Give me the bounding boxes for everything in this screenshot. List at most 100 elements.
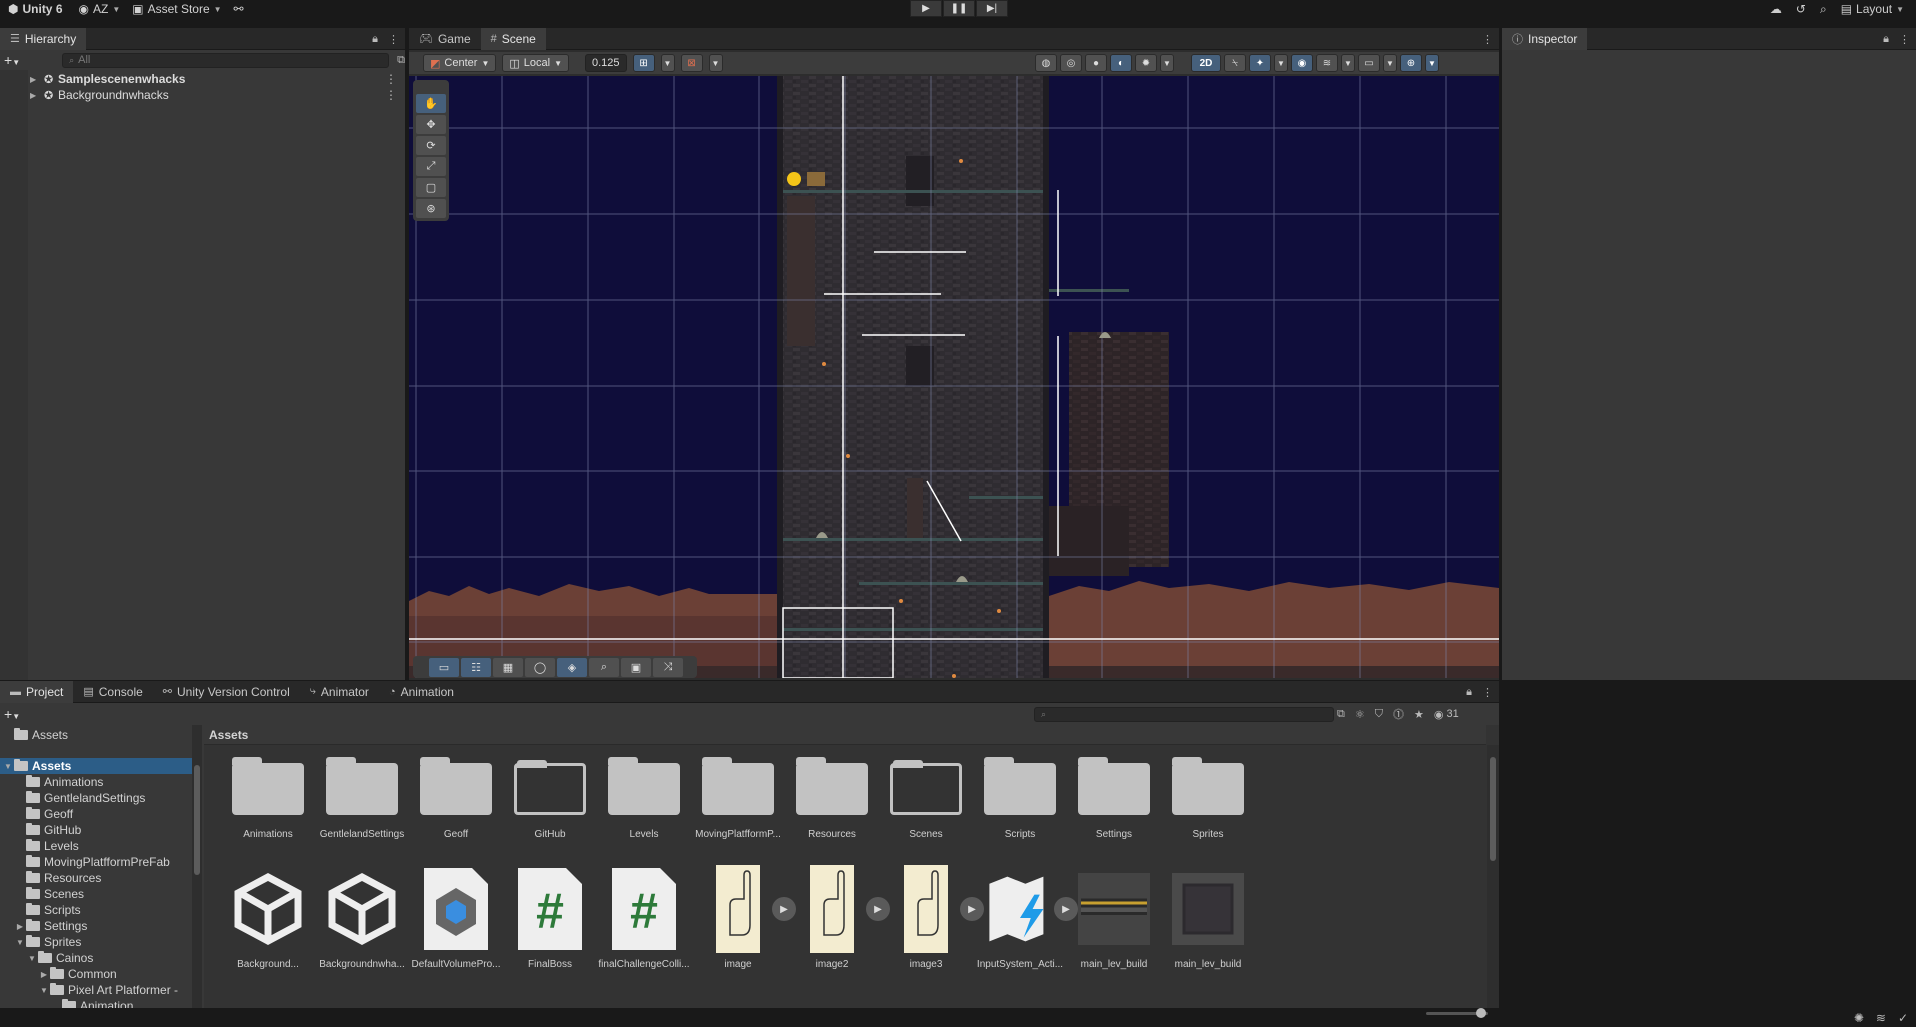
more-options-icon[interactable]: ⋮ bbox=[385, 88, 397, 102]
asset-folder[interactable]: GentlelandSettings bbox=[312, 755, 412, 840]
progress-check-icon[interactable]: ✓ bbox=[1898, 1011, 1908, 1025]
tree-item[interactable]: Assets bbox=[0, 727, 192, 743]
layout-dropdown[interactable]: ▤ Layout ▼ bbox=[1841, 2, 1904, 16]
transform-tool-icon[interactable]: ⊛ bbox=[416, 199, 446, 218]
camera-dropdown[interactable]: ▼ bbox=[1383, 54, 1397, 72]
rotate-tool-icon[interactable]: ⟳ bbox=[416, 136, 446, 155]
asset-scrollbar[interactable] bbox=[1487, 745, 1499, 1008]
space-dropdown[interactable]: ◫ Local ▼ bbox=[502, 54, 569, 72]
player-character[interactable] bbox=[787, 172, 801, 186]
tree-item[interactable]: ▼ Pixel Art Platformer - bbox=[0, 982, 192, 998]
asset-folder[interactable]: Scenes bbox=[876, 755, 976, 840]
scrollbar-thumb[interactable] bbox=[1490, 757, 1496, 861]
lighting-icon[interactable]: ⍀ bbox=[1224, 54, 1246, 72]
draw-mode-dropdown[interactable]: ▼ bbox=[1160, 54, 1174, 72]
tree-item[interactable]: Geoff bbox=[0, 806, 192, 822]
asset-file[interactable]: image2 bbox=[782, 865, 882, 970]
tree-item[interactable]: Scenes bbox=[0, 886, 192, 902]
tilemap-grid-icon[interactable]: ▦ bbox=[493, 657, 523, 677]
asset-folder[interactable]: Scripts bbox=[970, 755, 1070, 840]
favorite-star-icon[interactable]: ★ bbox=[1414, 708, 1424, 721]
scene-visibility-icon[interactable]: ⧉ bbox=[397, 54, 405, 67]
pause-button[interactable]: ❚❚ bbox=[943, 0, 975, 17]
asset-folder[interactable]: Settings bbox=[1064, 755, 1164, 840]
project-search-input[interactable]: ⌕ bbox=[1034, 706, 1334, 722]
hierarchy-item[interactable]: ▶ ✪ Backgroundnwhacks ⋮ bbox=[0, 87, 405, 103]
history-icon[interactable]: ↺ bbox=[1796, 2, 1806, 16]
camera-icon[interactable]: ▭ bbox=[1358, 54, 1380, 72]
scrollbar-thumb[interactable] bbox=[194, 765, 200, 875]
asset-folder[interactable]: Animations bbox=[218, 755, 318, 840]
tree-item[interactable]: ▶ Settings bbox=[0, 918, 192, 934]
tree-item[interactable]: GitHub bbox=[0, 822, 192, 838]
lock-icon[interactable]: 🔒︎ bbox=[1883, 33, 1889, 46]
add-object-button[interactable]: +▼ bbox=[4, 52, 20, 68]
unity-menu[interactable]: ⬢ Unity 6 bbox=[8, 2, 63, 16]
hierarchy-search-input[interactable]: ⌕ All bbox=[62, 52, 390, 68]
tree-item[interactable]: GentlelandSettings bbox=[0, 790, 192, 806]
tab-version-control[interactable]: ⚯ Unity Version Control bbox=[153, 681, 300, 703]
asset-file[interactable]: Background... bbox=[218, 865, 318, 970]
collapse-arrow-icon[interactable]: ▼ bbox=[26, 954, 38, 963]
asset-file[interactable]: main_lev_build bbox=[1064, 865, 1164, 970]
expand-arrow-icon[interactable]: ▶ bbox=[14, 922, 26, 931]
tab-animation[interactable]: ◔ Animation bbox=[379, 681, 464, 703]
scene-viewport[interactable]: ✋ ✥ ⟳ ⤢ ▢ ⊛ ▭ ☷ ▦ ◯ ◈ ⌕ ▣ ⤨ bbox=[409, 76, 1499, 678]
asset-file[interactable]: image3 bbox=[876, 865, 976, 970]
move-tool-icon[interactable]: ✥ bbox=[416, 115, 446, 134]
debug-icon[interactable]: ✺ bbox=[1854, 1011, 1864, 1025]
tree-item[interactable]: ▼ Cainos bbox=[0, 950, 192, 966]
log-filter-icon[interactable]: ⓵ bbox=[1393, 706, 1404, 722]
expand-arrow-icon[interactable]: ▶ bbox=[30, 75, 44, 84]
account-dropdown[interactable]: ◉ AZ ▼ bbox=[79, 2, 121, 16]
tree-item[interactable]: Animations bbox=[0, 774, 192, 790]
collapse-arrow-icon[interactable]: ▼ bbox=[2, 762, 14, 771]
asset-file[interactable]: Backgroundnwha... bbox=[312, 865, 412, 970]
zoom-icon[interactable]: ⌕ bbox=[589, 657, 619, 677]
lock-icon[interactable]: 🔒︎ bbox=[1466, 686, 1472, 699]
tab-inspector[interactable]: ⓘ Inspector bbox=[1502, 27, 1588, 50]
hierarchy-item[interactable]: ▶ ✪ Samplescenenwhacks ⋮ bbox=[0, 71, 405, 87]
treasure-chest[interactable] bbox=[807, 172, 825, 186]
scene-visibility-icon[interactable]: ◉ bbox=[1291, 54, 1313, 72]
asset-file[interactable]: DefaultVolumePro... bbox=[406, 865, 506, 970]
asset-file[interactable]: InputSystem_Acti... bbox=[970, 865, 1070, 970]
asset-file[interactable]: image bbox=[688, 865, 788, 970]
tab-game[interactable]: 🎮︎ Game bbox=[409, 28, 481, 50]
more-options-icon[interactable]: ⋮ bbox=[385, 72, 397, 86]
cloud-icon[interactable]: ☁ bbox=[1770, 2, 1782, 16]
grid-snap-dropdown[interactable]: ▼ bbox=[660, 54, 675, 72]
icon-size-slider[interactable] bbox=[1426, 1008, 1488, 1018]
collapse-arrow-icon[interactable]: ▼ bbox=[38, 986, 50, 995]
asset-folder[interactable]: GitHub bbox=[500, 755, 600, 840]
expand-arrow-icon[interactable]: ▶ bbox=[38, 970, 50, 979]
tab-hierarchy[interactable]: ☰ Hierarchy bbox=[0, 27, 87, 50]
circle-tool-icon[interactable]: ◯ bbox=[525, 657, 555, 677]
breadcrumb-item[interactable]: Assets bbox=[209, 728, 248, 742]
tree-item[interactable]: Resources bbox=[0, 870, 192, 886]
tab-scene[interactable]: # Scene bbox=[480, 27, 546, 50]
asset-folder[interactable]: Resources bbox=[782, 755, 882, 840]
effects-dropdown[interactable]: ▼ bbox=[1274, 54, 1288, 72]
label-filter-icon[interactable]: ⛉ bbox=[1375, 708, 1383, 721]
more-options-icon[interactable]: ⋮ bbox=[1482, 33, 1493, 46]
asset-file[interactable]: # FinalBoss bbox=[500, 865, 600, 970]
collapse-arrow-icon[interactable]: ▼ bbox=[14, 938, 26, 947]
hand-tool-icon[interactable]: ✋ bbox=[416, 94, 446, 113]
tree-item[interactable]: Levels bbox=[0, 838, 192, 854]
tree-item[interactable]: Scripts bbox=[0, 902, 192, 918]
asset-file[interactable]: # finalChallengeColli... bbox=[594, 865, 694, 970]
tree-item[interactable]: MovingPlatfformPreFab bbox=[0, 854, 192, 870]
layers-icon[interactable]: ≋ bbox=[1316, 54, 1338, 72]
2d-mode-button[interactable]: 2D bbox=[1191, 54, 1221, 72]
rect-select-icon[interactable]: ▭ bbox=[429, 657, 459, 677]
hidden-packages-toggle[interactable]: ◉ 31 bbox=[1434, 708, 1459, 721]
tree-item[interactable]: ▼ Assets bbox=[0, 758, 192, 774]
camera-preview-icon[interactable]: ▣ bbox=[621, 657, 651, 677]
effects-icon[interactable]: ✦ bbox=[1249, 54, 1271, 72]
more-options-icon[interactable]: ⋮ bbox=[1899, 33, 1910, 46]
shaded-icon[interactable]: ● bbox=[1085, 54, 1107, 72]
asset-store-dropdown[interactable]: ▣ Asset Store ▼ bbox=[132, 2, 221, 16]
cache-icon[interactable]: ≋ bbox=[1876, 1011, 1886, 1025]
lock-icon[interactable]: 🔒︎ bbox=[372, 33, 378, 46]
